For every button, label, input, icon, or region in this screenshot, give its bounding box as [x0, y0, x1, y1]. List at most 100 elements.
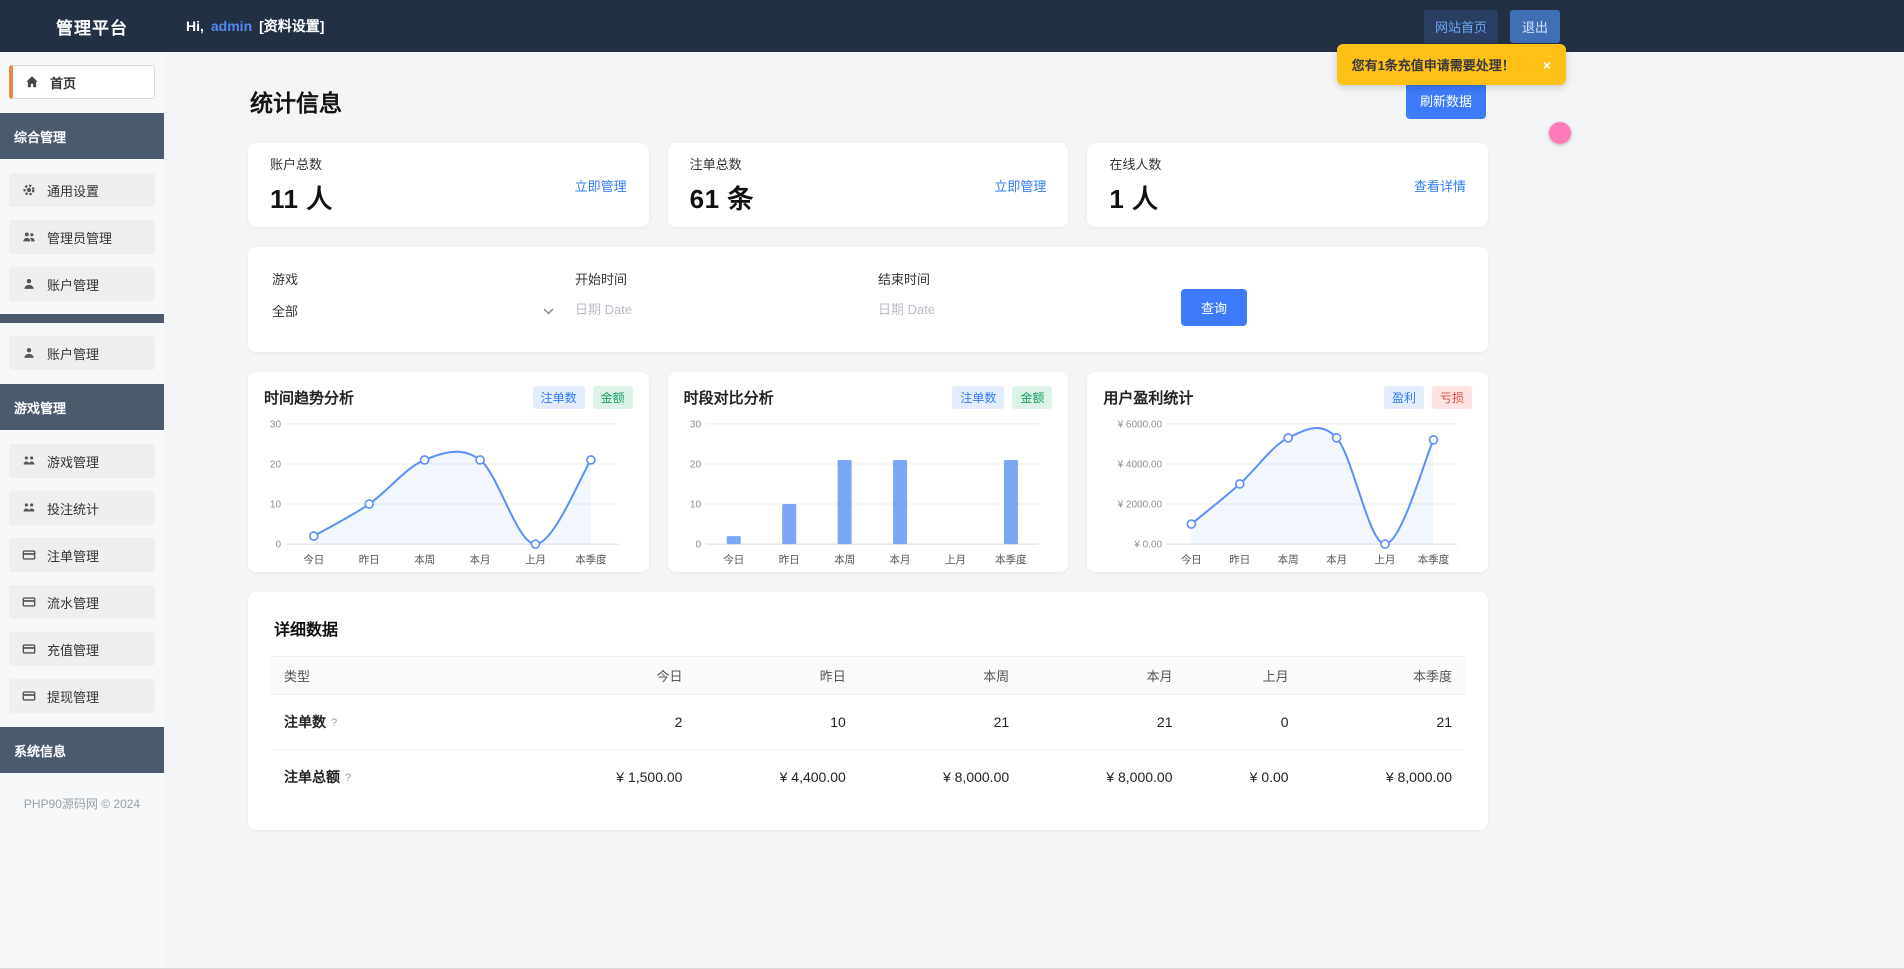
sidebar-item[interactable]: 流水管理: [9, 585, 155, 619]
table-cell: 10: [696, 695, 859, 750]
chart-cards-row: 时间趋势分析注单数金额0102030今日昨日本周本月上月本季度时段对比分析注单数…: [248, 372, 1488, 572]
table-title: 详细数据: [274, 616, 1466, 640]
svg-text:10: 10: [270, 500, 282, 511]
stat-action-link[interactable]: 立即管理: [994, 176, 1046, 195]
sidebar-item-label: 提现管理: [47, 687, 99, 706]
svg-text:今日: 今日: [723, 553, 744, 566]
chart-header: 时段对比分析注单数金额: [684, 386, 1053, 409]
stat-action-link[interactable]: 立即管理: [575, 176, 627, 195]
sidebar-item[interactable]: 管理员管理: [9, 220, 155, 254]
sidebar-item-label: 流水管理: [47, 593, 99, 612]
sidebar-nav: 首页综合管理通用设置管理员管理账户管理账户管理游戏管理游戏管理投注统计注单管理流…: [0, 65, 164, 773]
legend-badge[interactable]: 金额: [593, 386, 633, 409]
sidebar-item[interactable]: 投注统计: [9, 491, 155, 525]
chart-canvas: 0102030今日昨日本周本月上月本季度: [264, 413, 633, 571]
toast-message: 您有1条充值申请需要处理！: [1352, 55, 1515, 74]
svg-text:¥ 0.00: ¥ 0.00: [1134, 540, 1163, 551]
card-icon: [21, 594, 37, 610]
legend-badge[interactable]: 亏损: [1432, 386, 1472, 409]
stat-value: 11 人: [270, 179, 333, 216]
svg-text:本周: 本周: [834, 553, 855, 566]
row-label-cell: 注单总额?: [270, 750, 533, 805]
sidebar-section[interactable]: 综合管理: [0, 113, 164, 159]
stat-action-link[interactable]: 查看详情: [1414, 176, 1466, 195]
chart-card: 时间趋势分析注单数金额0102030今日昨日本周本月上月本季度: [248, 372, 649, 572]
row-label: 注单总额: [284, 769, 340, 785]
card-icon: [21, 641, 37, 657]
app-title: 管理平台: [56, 14, 128, 39]
table-cell: 2: [533, 695, 696, 750]
help-icon[interactable]: ?: [331, 717, 337, 729]
legend-badge[interactable]: 注单数: [533, 386, 585, 409]
table-cell: 21: [1303, 695, 1466, 750]
sidebar-item[interactable]: 账户管理: [9, 267, 155, 301]
stat-label: 在线人数: [1109, 154, 1161, 173]
sidebar-item[interactable]: 通用设置: [9, 173, 155, 207]
sidebar-item-label: 注单管理: [47, 546, 99, 565]
table-cell: 21: [1023, 695, 1186, 750]
stat-cards-row: 账户总数11 人立即管理注单总数61 条立即管理在线人数1 人查看详情: [248, 143, 1488, 227]
sidebar-item-label: 账户管理: [47, 344, 99, 363]
legend-badge[interactable]: 注单数: [952, 386, 1004, 409]
svg-text:今日: 今日: [1181, 553, 1202, 566]
sidebar-section[interactable]: 游戏管理: [0, 384, 164, 430]
svg-text:0: 0: [275, 540, 281, 551]
card-icon: [21, 688, 37, 704]
chart-legend: 注单数金额: [952, 386, 1052, 409]
sidebar-item[interactable]: 提现管理: [9, 679, 155, 713]
query-button[interactable]: 查询: [1181, 289, 1247, 326]
game-filter-field: 游戏 全部: [272, 269, 575, 320]
sidebar-divider: [0, 314, 164, 323]
sidebar-item-label: 管理员管理: [47, 228, 112, 247]
svg-text:¥ 6000.00: ¥ 6000.00: [1117, 419, 1163, 430]
stats-icon: [21, 500, 37, 516]
username-link[interactable]: admin: [211, 18, 252, 34]
chevron-down-icon: [543, 303, 554, 318]
svg-text:20: 20: [270, 459, 282, 470]
game-select[interactable]: 全部: [272, 301, 554, 320]
chart-card: 用户盈利统计盈利亏损¥ 0.00¥ 2000.00¥ 4000.00¥ 6000…: [1087, 372, 1488, 572]
end-date-input[interactable]: [878, 302, 1138, 317]
sidebar-item[interactable]: 注单管理: [9, 538, 155, 572]
sidebar-item[interactable]: 充值管理: [9, 632, 155, 666]
table-header-cell: 上月: [1186, 657, 1302, 695]
game-icon: [21, 453, 37, 469]
game-filter-label: 游戏: [272, 269, 575, 288]
sidebar-item[interactable]: 游戏管理: [9, 444, 155, 478]
table-cell: ¥ 0.00: [1186, 750, 1302, 805]
refresh-data-button[interactable]: 刷新数据: [1406, 82, 1486, 119]
svg-text:昨日: 昨日: [778, 554, 799, 566]
end-date-label: 结束时间: [878, 269, 1181, 288]
start-date-input[interactable]: [575, 302, 835, 317]
close-icon[interactable]: ×: [1543, 58, 1551, 72]
help-icon[interactable]: ?: [345, 772, 351, 784]
greeting-prefix: Hi,: [186, 18, 204, 34]
svg-text:20: 20: [690, 459, 702, 470]
sidebar-item[interactable]: 首页: [9, 65, 155, 99]
legend-badge[interactable]: 金额: [1012, 386, 1052, 409]
row-label: 注单数: [284, 714, 326, 730]
chart-title: 时间趋势分析: [264, 387, 354, 408]
legend-badge[interactable]: 盈利: [1384, 386, 1424, 409]
svg-text:30: 30: [690, 419, 702, 430]
sidebar-footer: PHP90源码网 © 2024: [0, 795, 164, 812]
svg-text:昨日: 昨日: [359, 554, 380, 566]
chart-canvas: ¥ 0.00¥ 2000.00¥ 4000.00¥ 6000.00今日昨日本周本…: [1103, 413, 1472, 571]
home-icon: [24, 74, 40, 90]
sidebar-item[interactable]: 账户管理: [9, 336, 155, 370]
svg-text:本月: 本月: [1326, 553, 1347, 566]
floating-widget[interactable]: [1549, 122, 1571, 144]
stat-card: 账户总数11 人立即管理: [248, 143, 649, 227]
svg-text:本季度: 本季度: [995, 553, 1027, 566]
sidebar-section[interactable]: 系统信息: [0, 727, 164, 773]
svg-text:10: 10: [690, 500, 702, 511]
content-container: 统计信息 刷新数据 账户总数11 人立即管理注单总数61 条立即管理在线人数1 …: [248, 82, 1488, 830]
svg-text:本月: 本月: [889, 553, 910, 566]
table-cell: ¥ 1,500.00: [533, 750, 696, 805]
profile-settings-link[interactable]: [资料设置]: [259, 16, 324, 36]
table-cell: ¥ 8,000.00: [860, 750, 1023, 805]
site-home-button[interactable]: 网站首页: [1424, 10, 1498, 43]
chart-legend: 注单数金额: [533, 386, 633, 409]
start-date-label: 开始时间: [575, 269, 878, 288]
logout-button[interactable]: 退出: [1510, 10, 1560, 43]
